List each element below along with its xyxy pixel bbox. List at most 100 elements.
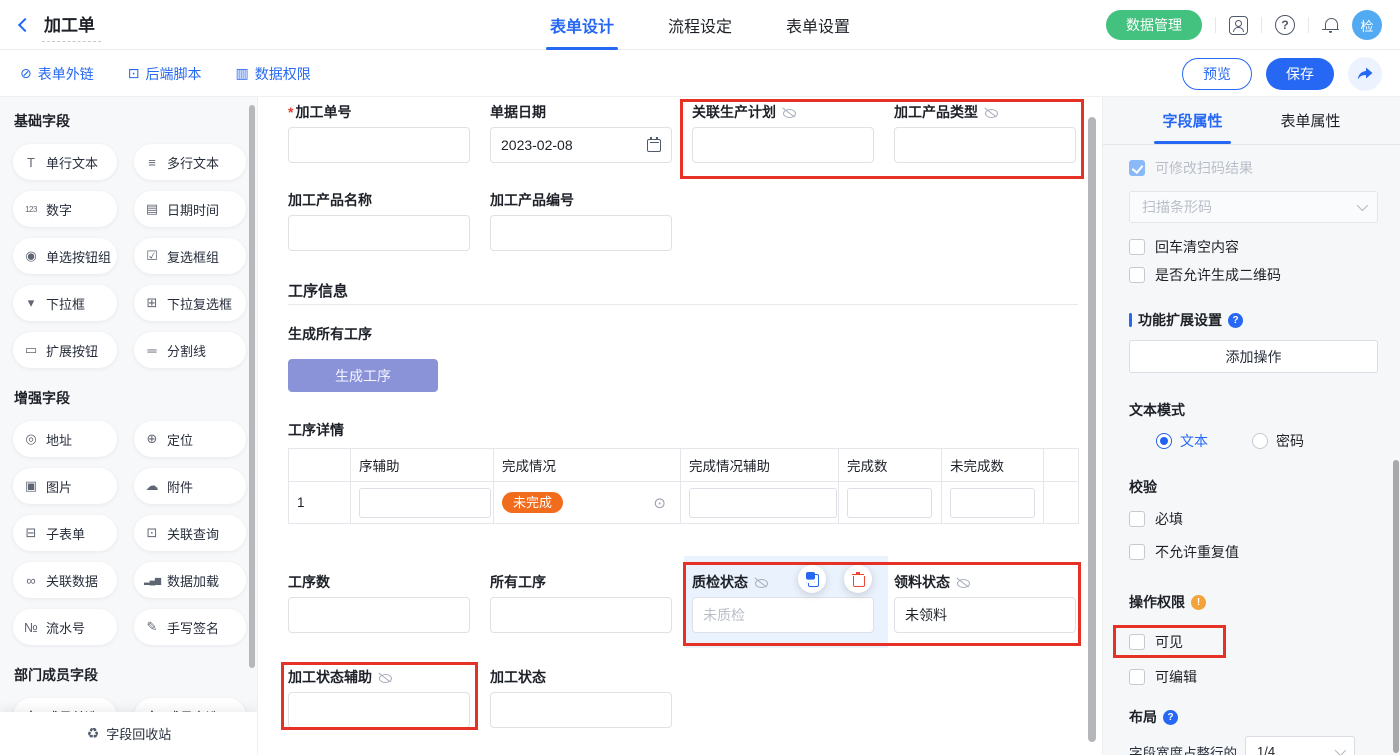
cell-input[interactable] (950, 488, 1035, 518)
checkbox[interactable] (1129, 634, 1145, 650)
field-input[interactable] (288, 127, 470, 163)
field-input[interactable] (490, 692, 672, 728)
table-cell (351, 482, 494, 524)
field-input[interactable] (894, 127, 1076, 163)
circle-dot-icon[interactable]: ⊙ (653, 494, 666, 512)
canvas-scrollbar[interactable] (1088, 117, 1096, 742)
field-doc-date[interactable]: 单据日期 2023-02-08 (490, 104, 672, 163)
field-input[interactable] (490, 597, 672, 633)
tab-field-properties[interactable]: 字段属性 (1162, 97, 1222, 144)
field-type-data-load[interactable]: ▂▄▆数据加载 (134, 562, 246, 598)
help-circle-icon[interactable]: ? (1228, 313, 1243, 328)
field-width-select[interactable]: 1/4 (1245, 736, 1355, 755)
copy-field-button[interactable] (798, 565, 826, 593)
field-type-divider-line[interactable]: ═分割线 (134, 332, 246, 368)
field-type-link-query[interactable]: ⊡关联查询 (134, 515, 246, 551)
field-input[interactable] (288, 215, 470, 251)
field-type-attachment[interactable]: ☁附件 (134, 468, 246, 504)
checkbox[interactable] (1129, 239, 1145, 255)
field-picking-status[interactable]: 领料状态 未领料 (894, 574, 1076, 633)
field-input[interactable] (288, 692, 470, 728)
text-mode-title: 文本模式 (1129, 400, 1378, 420)
share-button[interactable] (1348, 57, 1382, 91)
field-product-type[interactable]: 加工产品类型 (894, 104, 1076, 163)
address-book-icon[interactable] (1229, 16, 1248, 35)
field-input[interactable] (490, 215, 672, 251)
delete-field-button[interactable] (844, 565, 872, 593)
field-input[interactable] (288, 597, 470, 633)
radio-text[interactable]: 文本 (1156, 431, 1208, 451)
checkbox[interactable] (1129, 544, 1145, 560)
status-badge[interactable]: 未完成 (502, 492, 563, 513)
table-header-row: 序辅助完成情况完成情况辅助完成数未完成数 (289, 449, 1079, 482)
tab-form-design[interactable]: 表单设计 (546, 0, 618, 50)
tab-form-properties[interactable]: 表单属性 (1281, 97, 1341, 144)
form-external-link[interactable]: ⊘ 表单外链 (20, 64, 94, 84)
add-action-button[interactable]: 添加操作 (1129, 340, 1378, 373)
generate-process-button[interactable]: 生成工序 (288, 359, 438, 392)
field-type-link-data[interactable]: ∞关联数据 (13, 562, 117, 598)
cell-input[interactable] (359, 488, 491, 518)
cell-input[interactable] (847, 488, 932, 518)
field-input[interactable]: 未质检 (692, 597, 874, 633)
radio-unselected-icon (1252, 433, 1268, 449)
field-type-serial-number[interactable]: №流水号 (13, 609, 117, 645)
image-icon: ▣ (23, 478, 39, 494)
cell-input[interactable] (689, 488, 837, 518)
field-type-address[interactable]: ◎地址 (13, 421, 117, 457)
field-type-checkbox-group[interactable]: ☑复选框组 (134, 238, 246, 274)
field-product-name[interactable]: 加工产品名称 (288, 192, 470, 251)
field-processing-status-aux[interactable]: 加工状态辅助 (288, 669, 470, 728)
scan-type-dropdown[interactable]: 扫描条形码 (1129, 191, 1378, 223)
backend-script-link[interactable]: ⊡ 后端脚本 (128, 64, 202, 84)
checkbox-label: 可见 (1155, 632, 1183, 652)
checkbox-checked-disabled[interactable] (1129, 160, 1145, 176)
field-product-code[interactable]: 加工产品编号 (490, 192, 672, 251)
avatar[interactable]: 检 (1352, 10, 1382, 40)
form-canvas: 加工单号 单据日期 2023-02-08 关联生产计划 加工产品类型 加工产品名… (258, 97, 1102, 755)
checkbox[interactable] (1129, 511, 1145, 527)
tab-form-setting[interactable]: 表单设置 (782, 0, 854, 50)
tab-flow-setting[interactable]: 流程设定 (664, 0, 736, 50)
field-type-multi-line-text[interactable]: ≡多行文本 (134, 144, 246, 180)
field-linked-production-plan[interactable]: 关联生产计划 (692, 104, 874, 163)
field-type-signature[interactable]: ✎手写签名 (134, 609, 246, 645)
field-all-processes[interactable]: 所有工序 (490, 574, 672, 633)
field-processing-status[interactable]: 加工状态 (490, 669, 672, 728)
section-title-label: 校验 (1129, 477, 1157, 497)
back-button[interactable] (20, 20, 30, 30)
field-type-image[interactable]: ▣图片 (13, 468, 117, 504)
field-type-multi-select[interactable]: ⊞下拉复选框 (134, 285, 246, 321)
preview-button[interactable]: 预览 (1182, 58, 1252, 90)
panel-scrollbar[interactable] (1393, 460, 1399, 753)
data-manage-button[interactable]: 数据管理 (1106, 10, 1202, 40)
field-type-sub-form[interactable]: ⊟子表单 (13, 515, 117, 551)
field-type-radio-group[interactable]: ◉单选按钮组 (13, 238, 117, 274)
field-label: 加工产品类型 (894, 104, 1076, 120)
field-process-count[interactable]: 工序数 (288, 574, 470, 633)
field-type-extend-button[interactable]: ▭扩展按钮 (13, 332, 117, 368)
date-input[interactable]: 2023-02-08 (490, 127, 672, 163)
field-type-select[interactable]: ▾下拉框 (13, 285, 117, 321)
checkbox[interactable] (1129, 267, 1145, 283)
field-order-no[interactable]: 加工单号 (288, 104, 470, 163)
save-button[interactable]: 保存 (1266, 58, 1334, 90)
help-icon[interactable]: ? (1275, 15, 1295, 35)
field-label: 加工产品名称 (288, 192, 470, 208)
field-type-number[interactable]: 123数字 (13, 191, 117, 227)
field-type-location[interactable]: ⊕定位 (134, 421, 246, 457)
field-recycle-bin[interactable]: ♻ 字段回收站 (0, 712, 258, 755)
field-type-single-line-text[interactable]: T单行文本 (13, 144, 117, 180)
checkbox[interactable] (1129, 669, 1145, 685)
field-type-label: 子表单 (46, 524, 85, 543)
field-input[interactable]: 未领料 (894, 597, 1076, 633)
field-type-date-time[interactable]: ▤日期时间 (134, 191, 246, 227)
data-permission-link[interactable]: ▥ 数据权限 (235, 64, 310, 84)
notification-bell-icon[interactable] (1322, 17, 1339, 34)
field-input[interactable] (692, 127, 874, 163)
radio-password[interactable]: 密码 (1252, 431, 1304, 451)
field-label: 关联生产计划 (692, 104, 874, 120)
sidebar-scrollbar[interactable] (249, 105, 255, 668)
help-circle-icon[interactable]: ? (1163, 710, 1178, 725)
field-type-label: 下拉复选框 (167, 294, 232, 313)
